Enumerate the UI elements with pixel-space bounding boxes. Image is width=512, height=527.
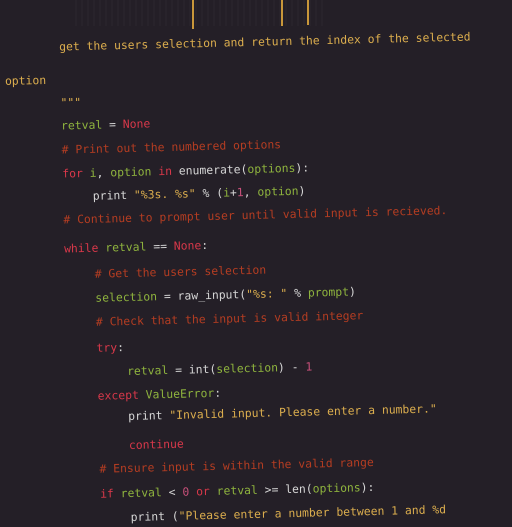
code-token-name: options xyxy=(247,161,296,177)
code-token-comment: # Continue to prompt user until valid in… xyxy=(63,203,448,227)
code-token-comment: # Get the users selection xyxy=(94,262,267,281)
code-token-string: """ xyxy=(60,95,82,110)
code-token-plain: : xyxy=(201,238,209,253)
code-token-keyword: while xyxy=(63,240,106,256)
code-line: # Ensure input is within the valid range xyxy=(99,455,374,476)
code-token-plain: < xyxy=(161,484,183,500)
code-token-string: get the users selection and return the i… xyxy=(58,29,471,54)
code-token-plain: ) - xyxy=(277,359,306,375)
code-token-name: prompt xyxy=(307,284,350,300)
code-line: retval = None xyxy=(61,117,150,133)
code-line: selection = raw_input("%s: " % prompt) xyxy=(95,285,356,305)
code-token-keyword: try xyxy=(96,340,118,355)
code-token-keyword: if xyxy=(99,486,121,501)
code-line: continue xyxy=(129,436,184,451)
code-line: for i, option in enumerate(options): xyxy=(62,161,309,181)
code-line: print ("Please enter a number between 1 … xyxy=(130,502,446,524)
code-token-keyword: continue xyxy=(128,436,184,452)
code-token-plain: print xyxy=(92,187,135,203)
code-token-name: retval xyxy=(216,482,258,498)
background-stripes xyxy=(75,0,325,26)
code-token-plain: ): xyxy=(360,480,375,495)
code-token-name: options xyxy=(312,480,361,496)
code-token-name: option xyxy=(257,183,299,199)
code-token-comment: # Print out the numbered options xyxy=(61,137,282,157)
code-token-comment: # Check that the input is valid integer xyxy=(95,308,364,329)
code-token-plain: : xyxy=(116,340,125,355)
code-line: # Get the users selection xyxy=(95,263,267,281)
code-token-plain: , xyxy=(243,184,258,200)
code-token-plain: = xyxy=(102,117,123,132)
code-line: try: xyxy=(96,340,124,355)
code-token-plain: : xyxy=(214,385,222,400)
code-token-name: retval xyxy=(120,485,162,501)
code-token-name: ValueError xyxy=(145,385,215,402)
code-token-name: retval xyxy=(105,239,147,255)
code-token-plain: print ( xyxy=(130,508,179,524)
code-token-keyword: in xyxy=(151,164,180,179)
code-token-keyword: None xyxy=(122,116,151,132)
code-token-plain: , xyxy=(96,165,111,181)
code-token-string: option xyxy=(4,72,47,88)
code-token-plain: print xyxy=(128,407,170,423)
code-line: """ xyxy=(60,95,81,109)
code-token-plain: ) xyxy=(348,284,357,299)
code-line: retval = int(selection) - 1 xyxy=(127,359,312,378)
code-line: print "%3s. %s" % (i+1, option) xyxy=(93,184,306,203)
code-token-keyword: None xyxy=(173,238,202,254)
code-line: # Check that the input is valid integer xyxy=(96,308,364,329)
code-line: print "Invalid input. Please enter a num… xyxy=(128,401,437,423)
code-token-name: retval xyxy=(60,117,103,133)
code-line: except ValueError: xyxy=(98,386,222,403)
code-token-plain: = raw_input( xyxy=(156,287,247,304)
code-token-string: "Invalid input. Please enter a number." xyxy=(169,401,437,422)
code-token-name: option xyxy=(110,164,152,180)
code-token-string: "Please enter a number between 1 and %d xyxy=(178,502,447,523)
code-line: if retval < 0 or retval >= len(options): xyxy=(100,480,375,501)
code-token-plain: % ( xyxy=(195,185,224,201)
code-token-name: selection xyxy=(95,289,158,305)
code-line: get the users selection and return the i… xyxy=(59,30,471,54)
code-token-keyword: for xyxy=(62,166,90,181)
code-token-plain: enumerate( xyxy=(178,162,248,179)
code-token-string: "%3s. %s" xyxy=(133,186,196,202)
code-token-plain: % xyxy=(287,285,309,301)
code-line: # Continue to prompt user until valid in… xyxy=(63,204,447,227)
code-token-name: selection xyxy=(216,360,279,376)
gold-line-decoration xyxy=(192,0,194,29)
gold-line-decoration xyxy=(307,0,309,25)
code-token-plain: = int( xyxy=(168,361,217,377)
code-token-plain: ) xyxy=(298,183,306,198)
code-token-string: "%s: " xyxy=(245,286,288,302)
code-token-plain: >= len( xyxy=(257,481,313,497)
code-line: while retval == None: xyxy=(64,238,208,256)
code-token-keyword: or xyxy=(189,483,217,499)
code-token-plain: == xyxy=(146,239,174,254)
code-line: # Print out the numbered options xyxy=(62,138,282,157)
code-token-plain: ): xyxy=(295,160,310,176)
code-token-number: 1 xyxy=(305,359,313,374)
code-token-comment: # Ensure input is within the valid range xyxy=(99,455,374,476)
code-token-name: retval xyxy=(126,362,169,378)
code-token-keyword: except xyxy=(97,387,146,403)
gold-line-decoration xyxy=(281,0,283,26)
code-line: option xyxy=(5,73,46,88)
